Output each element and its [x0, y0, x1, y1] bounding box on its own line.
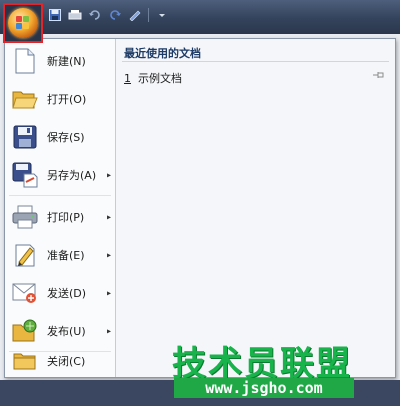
quick-access-toolbar: [48, 5, 169, 25]
submenu-arrow-icon: ▸: [106, 170, 111, 180]
menu-item-new[interactable]: 新建(N): [5, 43, 115, 79]
menu-item-label: 发送(D): [47, 287, 87, 300]
menu-divider: [9, 195, 111, 196]
recent-document-name: 示例文档: [138, 72, 182, 85]
menu-item-label: 新建(N): [47, 55, 86, 68]
menu-command-list: 新建(N) 打开(O) 保存(S) 另存为(A) ▸ 打印(P) ▸ 准备(E)…: [5, 39, 116, 377]
submenu-arrow-icon: ▸: [106, 250, 111, 260]
edit-icon[interactable]: [128, 8, 142, 22]
save-as-icon: [11, 161, 39, 189]
menu-item-close[interactable]: 关闭(C): [5, 343, 115, 379]
recent-documents-pane: 最近使用的文档 1 示例文档: [116, 39, 395, 377]
word-window: 新建(N) 打开(O) 保存(S) 另存为(A) ▸ 打印(P) ▸ 准备(E)…: [0, 0, 400, 406]
menu-item-label: 打开(O): [47, 93, 87, 106]
menu-item-label: 保存(S): [47, 131, 85, 144]
title-bar: [0, 0, 400, 34]
recent-documents-title: 最近使用的文档: [124, 47, 201, 60]
customize-toolbar-icon[interactable]: [155, 8, 169, 22]
print-preview-icon[interactable]: [68, 8, 82, 22]
printer-icon: [11, 203, 39, 231]
open-folder-icon: [11, 85, 39, 113]
menu-item-send[interactable]: 发送(D) ▸: [5, 275, 115, 311]
submenu-arrow-icon: ▸: [106, 288, 111, 298]
pin-icon[interactable]: [373, 71, 385, 82]
recent-divider: [122, 61, 389, 62]
close-folder-icon: [11, 347, 39, 375]
menu-item-label: 发布(U): [47, 325, 86, 338]
submenu-arrow-icon: ▸: [106, 326, 111, 336]
prepare-icon: [11, 241, 39, 269]
office-logo-icon: [8, 8, 38, 38]
watermark-url: www.jsgho.com: [174, 378, 354, 398]
menu-item-prepare[interactable]: 准备(E) ▸: [5, 237, 115, 273]
recent-document-number: 1: [124, 71, 131, 85]
send-icon: [11, 279, 39, 307]
toolbar-separator: [148, 8, 149, 22]
recent-document-item[interactable]: 1 示例文档: [124, 69, 389, 87]
menu-item-label: 打印(P): [47, 211, 85, 224]
office-menu: 新建(N) 打开(O) 保存(S) 另存为(A) ▸ 打印(P) ▸ 准备(E)…: [4, 38, 396, 378]
menu-item-save-as[interactable]: 另存为(A) ▸: [5, 157, 115, 193]
menu-item-label: 准备(E): [47, 249, 85, 262]
new-document-icon: [11, 47, 39, 75]
menu-item-open[interactable]: 打开(O): [5, 81, 115, 117]
watermark: 技术员联盟 www.jsgho.com: [172, 336, 358, 400]
save-disk-icon: [11, 123, 39, 151]
office-button[interactable]: [3, 3, 43, 43]
undo-icon[interactable]: [88, 8, 102, 22]
menu-item-label: 关闭(C): [47, 355, 86, 368]
publish-icon: [11, 317, 39, 345]
menu-item-save[interactable]: 保存(S): [5, 119, 115, 155]
redo-icon[interactable]: [108, 8, 122, 22]
menu-item-label: 另存为(A): [47, 169, 97, 182]
menu-item-print[interactable]: 打印(P) ▸: [5, 199, 115, 235]
save-icon[interactable]: [48, 8, 62, 22]
submenu-arrow-icon: ▸: [106, 212, 111, 222]
